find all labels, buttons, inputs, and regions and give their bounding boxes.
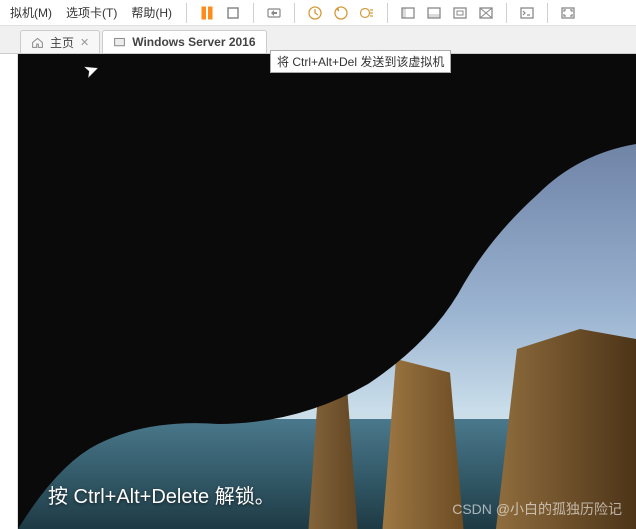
send-keys-icon — [266, 5, 282, 21]
tab-vm[interactable]: Windows Server 2016 — [102, 30, 266, 53]
vm-viewport[interactable]: 按 Ctrl+Alt+Delete 解锁。 CSDN @小白的孤独历险记 — [18, 54, 636, 529]
separator — [387, 3, 388, 23]
view-fit-button[interactable] — [448, 2, 472, 24]
close-icon[interactable]: ✕ — [80, 36, 89, 49]
stop-icon — [225, 5, 241, 21]
separator — [253, 3, 254, 23]
watermark: CSDN @小白的孤独历险记 — [452, 499, 622, 519]
clock-list-icon — [359, 5, 375, 21]
unity-icon — [478, 5, 494, 21]
separator — [186, 3, 187, 23]
fullscreen-button[interactable] — [556, 2, 580, 24]
snapshot-manage-button[interactable] — [355, 2, 379, 24]
view-unity-button[interactable] — [474, 2, 498, 24]
fit-icon — [452, 5, 468, 21]
fullscreen-icon — [560, 5, 576, 21]
vm-icon — [113, 36, 126, 49]
tooltip-send-cad: 将 Ctrl+Alt+Del 发送到该虚拟机 — [270, 50, 451, 73]
pause-icon — [199, 5, 215, 21]
menubar: 拟机(M) 选项卡(T) 帮助(H) — [0, 0, 636, 26]
view-split-button[interactable] — [422, 2, 446, 24]
menu-vm[interactable]: 拟机(M) — [4, 1, 58, 24]
view-single-button[interactable] — [396, 2, 420, 24]
separator — [294, 3, 295, 23]
clock-revert-icon — [333, 5, 349, 21]
lockscreen-cave — [18, 54, 636, 529]
tab-home-label: 主页 — [50, 34, 74, 51]
layout-single-icon — [400, 5, 416, 21]
separator — [547, 3, 548, 23]
snapshot-revert-button[interactable] — [329, 2, 353, 24]
console-icon — [519, 5, 535, 21]
stop-button[interactable] — [221, 2, 245, 24]
menu-tabs[interactable]: 选项卡(T) — [60, 1, 123, 24]
menu-help[interactable]: 帮助(H) — [125, 1, 178, 24]
side-panel — [0, 54, 18, 529]
tab-home[interactable]: 主页 ✕ — [20, 30, 100, 53]
tab-vm-label: Windows Server 2016 — [132, 35, 255, 49]
unlock-message: 按 Ctrl+Alt+Delete 解锁。 — [48, 480, 275, 509]
home-icon — [31, 36, 44, 49]
console-button[interactable] — [515, 2, 539, 24]
layout-split-icon — [426, 5, 442, 21]
pause-button[interactable] — [195, 2, 219, 24]
send-cad-button[interactable] — [262, 2, 286, 24]
snapshot-button[interactable] — [303, 2, 327, 24]
separator — [506, 3, 507, 23]
clock-icon — [307, 5, 323, 21]
